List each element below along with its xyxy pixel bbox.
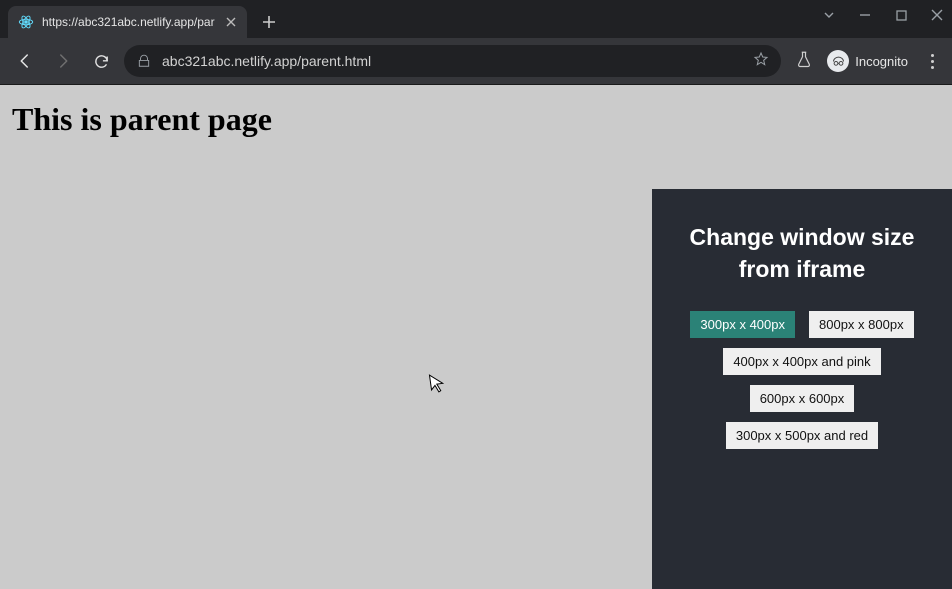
back-button[interactable]: [10, 46, 40, 76]
close-icon[interactable]: [930, 8, 944, 22]
iframe-heading-line2: from iframe: [739, 256, 866, 282]
labs-icon[interactable]: [795, 50, 813, 73]
chevron-down-icon[interactable]: [822, 8, 836, 22]
reload-button[interactable]: [86, 46, 116, 76]
toolbar-right: Incognito: [789, 50, 942, 73]
size-600x600-button[interactable]: 600px x 600px: [750, 385, 855, 412]
toolbar: abc321abc.netlify.app/parent.html Incogn…: [0, 38, 952, 84]
size-300x400-button[interactable]: 300px x 400px: [690, 311, 795, 338]
browser-tab[interactable]: https://abc321abc.netlify.app/par: [8, 6, 247, 38]
iframe-heading-line1: Change window size: [690, 224, 915, 250]
browser-window: https://abc321abc.netlify.app/par: [0, 0, 952, 589]
size-800x800-button[interactable]: 800px x 800px: [809, 311, 914, 338]
size-300x500-red-button[interactable]: 300px x 500px and red: [726, 422, 878, 449]
maximize-icon[interactable]: [894, 8, 908, 22]
titlebar: https://abc321abc.netlify.app/par: [0, 0, 952, 38]
react-icon: [18, 14, 34, 30]
minimize-icon[interactable]: [858, 8, 872, 22]
iframe-heading: Change window size from iframe: [690, 221, 915, 285]
bookmark-icon[interactable]: [753, 51, 769, 72]
page-viewport: This is parent page Change window size f…: [0, 84, 952, 589]
button-group: 300px x 400px 800px x 800px 400px x 400p…: [668, 311, 936, 449]
incognito-icon: [827, 50, 849, 72]
window-controls: [822, 8, 944, 22]
incognito-badge[interactable]: Incognito: [827, 50, 908, 72]
url-text: abc321abc.netlify.app/parent.html: [162, 53, 743, 69]
menu-button[interactable]: [922, 54, 942, 69]
forward-button[interactable]: [48, 46, 78, 76]
page-title: This is parent page: [0, 85, 952, 138]
iframe-panel: Change window size from iframe 300px x 4…: [652, 189, 952, 589]
cursor-icon: [428, 372, 447, 399]
size-400x400-pink-button[interactable]: 400px x 400px and pink: [723, 348, 880, 375]
close-tab-icon[interactable]: [223, 14, 239, 30]
site-info-icon[interactable]: [136, 54, 152, 68]
new-tab-button[interactable]: [255, 8, 283, 36]
incognito-label: Incognito: [855, 54, 908, 69]
address-bar[interactable]: abc321abc.netlify.app/parent.html: [124, 45, 781, 77]
tab-title: https://abc321abc.netlify.app/par: [42, 15, 215, 29]
